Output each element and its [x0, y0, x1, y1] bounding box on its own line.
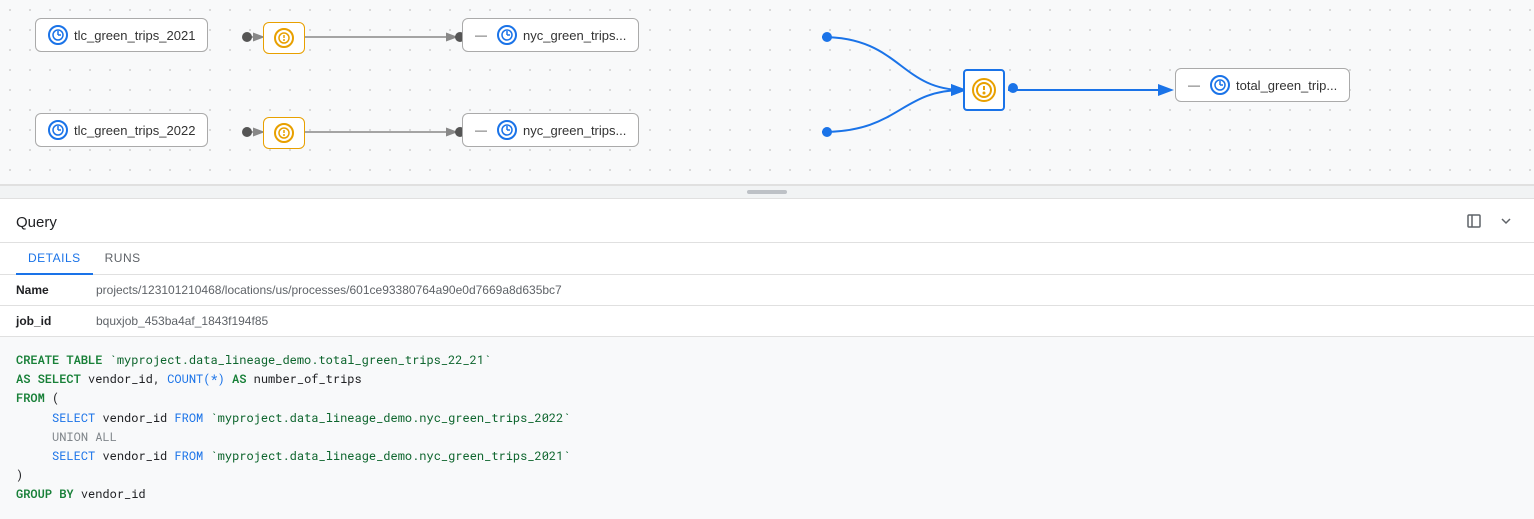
- node-label-nyc-2022: nyc_green_trips...: [523, 123, 626, 138]
- drag-handle[interactable]: [0, 185, 1534, 198]
- sql-fn-count: COUNT(*): [167, 371, 225, 387]
- table-row-jobid: job_id bquxjob_453ba4af_1843f194f85: [0, 306, 1534, 337]
- sql-line-2: AS SELECT vendor_id, COUNT(*) AS number_…: [16, 370, 1518, 389]
- sql-line-5: UNION ALL: [16, 428, 1518, 447]
- node-label-tlc-2021: tlc_green_trips_2021: [74, 28, 195, 43]
- sql-indent-1: [16, 410, 45, 426]
- dash-icon-3: —: [1188, 78, 1200, 92]
- sql-kw-from2: FROM: [174, 448, 203, 464]
- panel-actions: [1462, 209, 1518, 236]
- tab-runs[interactable]: RUNS: [93, 243, 153, 275]
- table-icon-nyc-2021: [497, 25, 517, 45]
- node-union[interactable]: [963, 69, 1005, 111]
- sql-kw-as: AS: [232, 371, 246, 387]
- table-icon-2022: [48, 120, 68, 140]
- name-value: projects/123101210468/locations/us/proce…: [80, 275, 1534, 306]
- connector-dot-3: [822, 32, 832, 42]
- sql-col-groupby: vendor_id: [81, 486, 146, 502]
- sql-line-1: CREATE TABLE `myproject.data_lineage_dem…: [16, 351, 1518, 370]
- dag-canvas: tlc_green_trips_2021 — nyc_green_trips..…: [0, 0, 1534, 185]
- sql-line-4: SELECT vendor_id FROM `myproject.data_li…: [16, 409, 1518, 428]
- node-label-nyc-2021: nyc_green_trips...: [523, 28, 626, 43]
- tabs-bar: DETAILS RUNS: [0, 243, 1534, 275]
- orange-icon-2: [274, 123, 294, 143]
- sql-indent-2: [16, 429, 45, 445]
- sql-kw-select1: SELECT: [52, 410, 95, 426]
- union-orange-icon: [972, 78, 996, 102]
- sql-from-paren: (: [52, 390, 59, 406]
- sql-indent-3: [16, 448, 45, 464]
- panel-header: Query: [0, 199, 1534, 243]
- sql-kw-select2: SELECT: [52, 448, 95, 464]
- sql-kw-asselect: AS SELECT: [16, 371, 81, 387]
- panel-title: Query: [16, 214, 57, 231]
- connector-dot-4: [242, 127, 252, 137]
- table-icon-total: [1210, 75, 1230, 95]
- sql-col-v1: vendor_id: [102, 410, 174, 426]
- sql-kw-from1: FROM: [174, 410, 203, 426]
- jobid-label: job_id: [0, 306, 80, 337]
- sql-kw-union: UNION ALL: [52, 429, 117, 445]
- bottom-panel: Query DETAILS RUNS Name projects/1231012…: [0, 198, 1534, 519]
- node-label-tlc-2022: tlc_green_trips_2022: [74, 123, 195, 138]
- sql-tbl-name: `myproject.data_lineage_demo.total_green…: [110, 352, 492, 368]
- sql-code-area: CREATE TABLE `myproject.data_lineage_dem…: [0, 337, 1534, 519]
- node-nyc-2022[interactable]: — nyc_green_trips...: [462, 113, 639, 147]
- name-label: Name: [0, 275, 80, 306]
- node-orange-2[interactable]: [263, 117, 305, 149]
- sql-line-7: ): [16, 466, 1518, 485]
- sql-kw-create: CREATE TABLE: [16, 352, 102, 368]
- details-table: Name projects/123101210468/locations/us/…: [0, 275, 1534, 337]
- table-icon-nyc-2022: [497, 120, 517, 140]
- sql-tbl-2021: `myproject.data_lineage_demo.nyc_green_t…: [210, 448, 570, 464]
- node-label-total: total_green_trip...: [1236, 78, 1337, 93]
- node-tlc-2021[interactable]: tlc_green_trips_2021: [35, 18, 208, 52]
- node-total-trips[interactable]: — total_green_trip...: [1175, 68, 1350, 102]
- node-tlc-2022[interactable]: tlc_green_trips_2022: [35, 113, 208, 147]
- sql-line-6: SELECT vendor_id FROM `myproject.data_li…: [16, 447, 1518, 466]
- connector-dot-1: [242, 32, 252, 42]
- sql-col-v2: vendor_id: [102, 448, 174, 464]
- dash-icon-2: —: [475, 123, 487, 137]
- dash-icon-1: —: [475, 28, 487, 42]
- expand-button[interactable]: [1462, 209, 1486, 236]
- sql-col-trips: number_of_trips: [254, 371, 362, 387]
- node-orange-1[interactable]: [263, 22, 305, 54]
- orange-icon-1: [274, 28, 294, 48]
- tab-details[interactable]: DETAILS: [16, 243, 93, 275]
- connector-dot-6: [822, 127, 832, 137]
- table-row-name: Name projects/123101210468/locations/us/…: [0, 275, 1534, 306]
- sql-line-3: FROM (: [16, 389, 1518, 408]
- collapse-button[interactable]: [1494, 209, 1518, 236]
- drag-handle-bar: [747, 190, 787, 194]
- sql-tbl-2022: `myproject.data_lineage_demo.nyc_green_t…: [210, 410, 570, 426]
- connector-dot-7: [1008, 83, 1018, 93]
- jobid-value: bquxjob_453ba4af_1843f194f85: [80, 306, 1534, 337]
- sql-kw-from: FROM: [16, 390, 45, 406]
- sql-col-vendor: vendor_id,: [88, 371, 167, 387]
- sql-close-paren: ): [16, 467, 23, 483]
- sql-kw-groupby: GROUP BY: [16, 486, 74, 502]
- table-icon-2021: [48, 25, 68, 45]
- node-nyc-2021[interactable]: — nyc_green_trips...: [462, 18, 639, 52]
- sql-line-8: GROUP BY vendor_id: [16, 485, 1518, 504]
